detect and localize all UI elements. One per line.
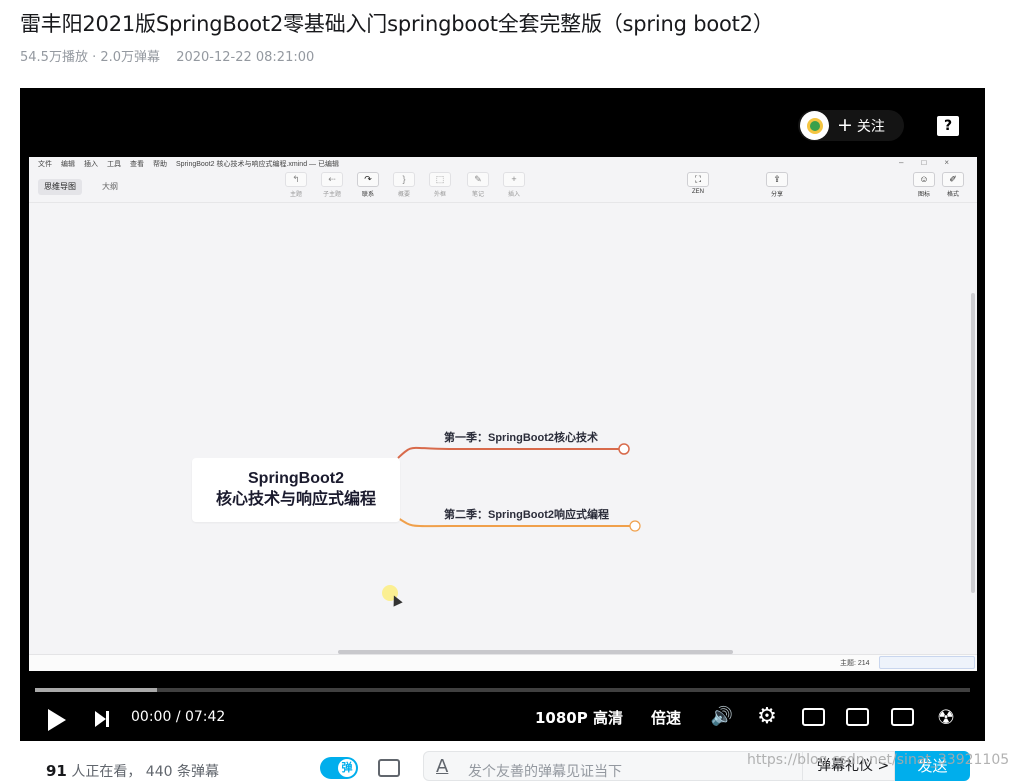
relationship-icon: ↷ <box>357 172 379 187</box>
player-controls: 00:00 / 07:42 1080P 高清 倍速 🔊 ⚙ ☢ <box>20 694 985 741</box>
watching-text: 人正在看， <box>71 764 142 780</box>
widescreen-icon[interactable] <box>846 708 869 726</box>
duration: 07:42 <box>184 709 226 725</box>
danmaku-settings-icon[interactable] <box>378 759 400 777</box>
sticker-icon: ☺ <box>913 172 935 187</box>
pip-icon[interactable] <box>802 708 825 726</box>
mindmap-canvas: SpringBoot2 核心技术与响应式编程 第一季：SpringBoot2核心… <box>29 203 977 654</box>
menu-view: 查看 <box>130 161 144 168</box>
insert-icon: + <box>503 172 525 187</box>
progress-bar[interactable] <box>35 688 970 692</box>
tool-format: ✐ 格式 <box>940 172 966 198</box>
tool-insert: + 插入 <box>501 172 527 198</box>
window-title: SpringBoot2 核心技术与响应式编程.xmind — 已编辑 <box>176 161 339 168</box>
danmaku-count: 2.0万弹幕 <box>100 50 161 65</box>
video-meta: 54.5万播放 · 2.0万弹幕 2020-12-22 08:21:00 <box>20 46 314 65</box>
root-topic-line2: 核心技术与响应式编程 <box>215 491 376 508</box>
view-count: 54.5万播放 <box>20 50 88 65</box>
tab-outline: 大纲 <box>102 182 118 191</box>
help-icon[interactable]: ? <box>937 116 959 136</box>
branch-end-2 <box>629 520 641 532</box>
danmaku-total: 440 条弹幕 <box>145 764 219 780</box>
tool-sticker: ☺ 图标 <box>911 172 937 198</box>
video-title: 雷丰阳2021版SpringBoot2零基础入门springboot全套完整版（… <box>20 12 774 36</box>
note-icon: ✎ <box>467 172 489 187</box>
font-style-icon[interactable]: A <box>436 756 448 777</box>
boundary-icon: ⬚ <box>429 172 451 187</box>
branch-line-1 <box>397 446 624 459</box>
share-icon: ⇪ <box>766 172 788 187</box>
danmaku-toggle[interactable]: 弹 <box>320 757 358 779</box>
tool-zen: ⛶ ZEN <box>685 172 711 195</box>
danmaku-placeholder: 发个友善的弹幕见证当下 <box>468 764 622 780</box>
tool-note: ✎ 笔记 <box>465 172 491 198</box>
topic-count: 主题: 214 <box>840 660 870 667</box>
topic-icon: ↰ <box>285 172 307 187</box>
menu-tools: 工具 <box>107 161 121 168</box>
webfullscreen-icon[interactable] <box>891 708 914 726</box>
menu-insert: 插入 <box>84 161 98 168</box>
quality-button[interactable]: 1080P 高清 <box>535 707 623 728</box>
settings-icon[interactable]: ⚙ <box>755 706 779 728</box>
tool-subtopic: ⇠ 子主题 <box>321 172 343 198</box>
follow-button[interactable]: + 关注 <box>798 110 904 141</box>
topic-season-1: 第一季：SpringBoot2核心技术 <box>444 432 598 444</box>
plus-icon: + <box>837 114 853 136</box>
format-icon: ✐ <box>942 172 964 187</box>
xmind-menubar: 文件 编辑 插入 工具 查看 帮助 SpringBoot2 核心技术与响应式编程… <box>29 157 977 171</box>
branch-end-1 <box>618 443 630 455</box>
time-separator: / <box>175 709 181 725</box>
current-time: 00:00 <box>131 709 172 725</box>
zen-icon: ⛶ <box>687 172 709 187</box>
tool-summary: } 概要 <box>391 172 417 198</box>
follow-label: 关注 <box>856 118 885 135</box>
root-topic-line1: SpringBoot2 <box>248 470 344 487</box>
video-frame: 文件 编辑 插入 工具 查看 帮助 SpringBoot2 核心技术与响应式编程… <box>29 157 977 671</box>
menu-help: 帮助 <box>153 161 167 168</box>
meta-separator: · <box>92 50 97 65</box>
speed-button[interactable]: 倍速 <box>651 707 681 728</box>
tab-mindmap: 思维导图 <box>38 179 82 195</box>
fullscreen-icon[interactable]: ☢ <box>934 706 958 728</box>
video-player[interactable]: + 关注 ? 文件 编辑 插入 工具 查看 帮助 SpringBoot2 核心技… <box>20 88 985 741</box>
uploader-avatar[interactable] <box>800 111 829 140</box>
xmind-statusbar: 主题: 214 <box>29 654 977 671</box>
vertical-scrollbar <box>971 293 975 593</box>
topic-season-2: 第二季：SpringBoot2响应式编程 <box>444 509 609 521</box>
watermark: https://blog.csdn.net/sinat_33921105 <box>747 752 1010 768</box>
window-controls-icon: –□× <box>899 158 967 167</box>
tool-boundary: ⬚ 外框 <box>427 172 453 198</box>
watching-count: 91 <box>46 762 67 780</box>
watching-info: 91 人正在看， 440 条弹幕 <box>46 761 219 781</box>
time-display: 00:00 / 07:42 <box>131 709 225 725</box>
tool-relationship: ↷ 联系 <box>355 172 381 198</box>
root-topic: SpringBoot2 核心技术与响应式编程 <box>192 458 400 522</box>
ime-toolbar <box>879 656 975 669</box>
next-icon[interactable] <box>95 711 109 727</box>
tool-share: ⇪ 分享 <box>764 172 790 198</box>
danmaku-toggle-label: 弹 <box>338 759 356 777</box>
progress-fill <box>35 688 157 692</box>
tool-topic: ↰ 主题 <box>283 172 309 198</box>
play-icon[interactable] <box>48 709 66 731</box>
summary-icon: } <box>393 172 415 187</box>
menu-file: 文件 <box>38 161 52 168</box>
publish-date: 2020-12-22 08:21:00 <box>176 50 315 65</box>
menu-edit: 编辑 <box>61 161 75 168</box>
volume-icon[interactable]: 🔊 <box>710 706 734 728</box>
xmind-toolbar: 思维导图 大纲 ↰ 主题 ⇠ 子主题 ↷ 联系 } 概要 ⬚ 外框 ✎ 笔记 + 插入 ⛶ ZE… <box>29 171 977 203</box>
subtopic-icon: ⇠ <box>321 172 343 187</box>
